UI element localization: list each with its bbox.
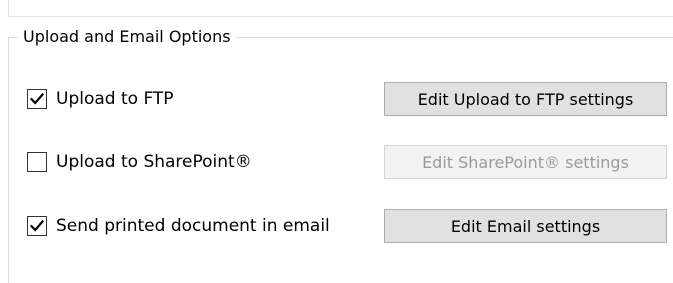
option-row-email: Send printed document in email Edit Emai… (0, 209, 673, 243)
upload-sharepoint-checkbox[interactable] (27, 152, 47, 172)
previous-panel-edge (8, 0, 673, 17)
checkmark-icon (29, 219, 45, 232)
edit-sharepoint-settings-button[interactable]: Edit SharePoint® settings (384, 145, 667, 179)
groupbox-title: Upload and Email Options (17, 27, 236, 47)
send-email-label[interactable]: Send printed document in email (56, 215, 330, 237)
options-panel: Upload and Email Options Upload to FTP E… (0, 0, 673, 283)
option-row-ftp: Upload to FTP Edit Upload to FTP setting… (0, 82, 673, 116)
checkmark-icon (29, 92, 45, 105)
upload-ftp-checkbox[interactable] (27, 89, 47, 109)
upload-sharepoint-label[interactable]: Upload to SharePoint® (56, 151, 252, 173)
edit-ftp-settings-button[interactable]: Edit Upload to FTP settings (384, 82, 667, 116)
upload-ftp-label[interactable]: Upload to FTP (56, 88, 174, 110)
edit-email-settings-button[interactable]: Edit Email settings (384, 209, 667, 243)
send-email-checkbox[interactable] (27, 216, 47, 236)
option-row-sharepoint: Upload to SharePoint® Edit SharePoint® s… (0, 145, 673, 179)
